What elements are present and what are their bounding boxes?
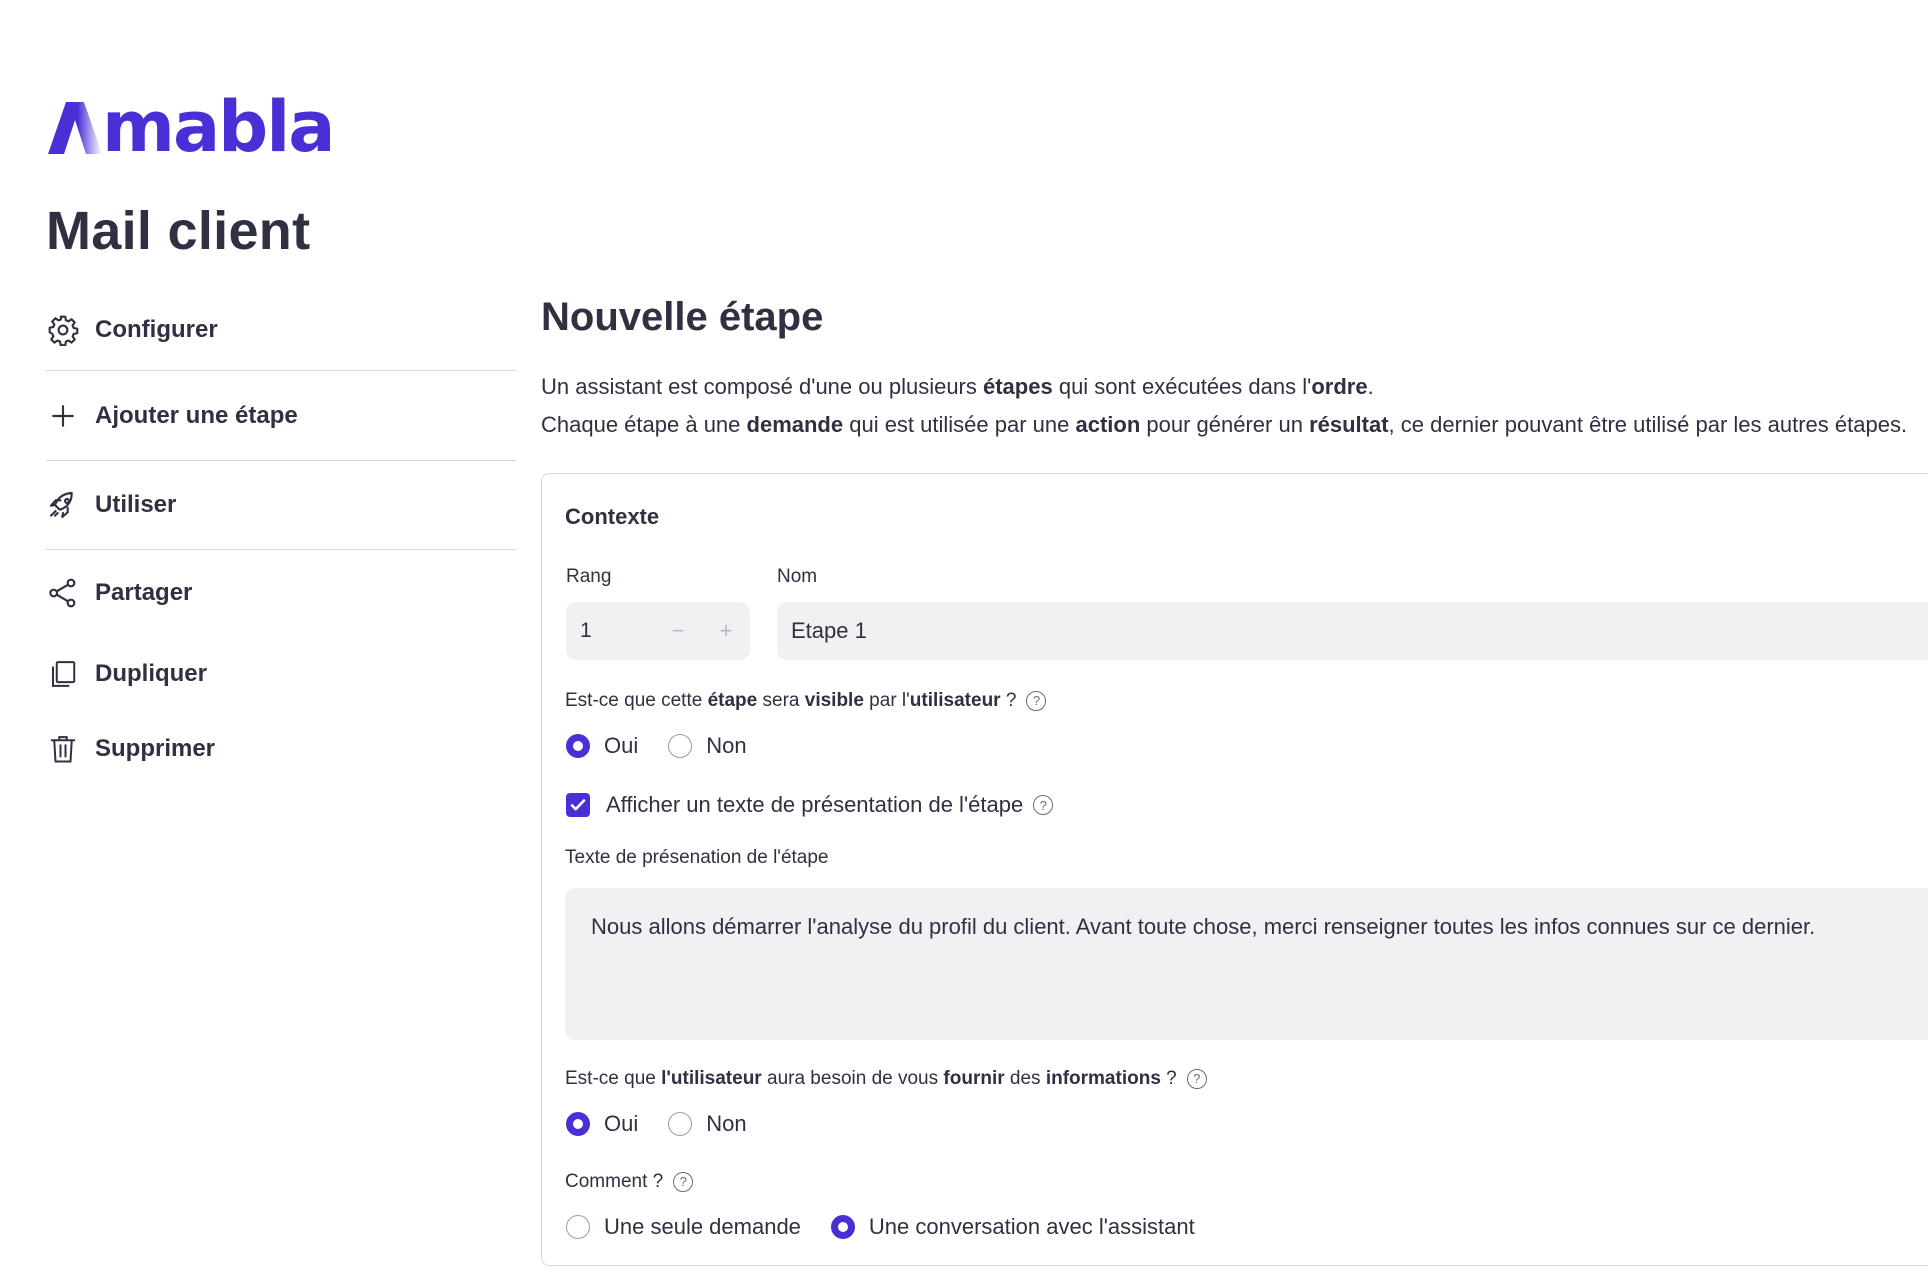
main-content: Nouvelle étape Un assistant est composé … bbox=[541, 295, 1928, 444]
help-icon[interactable]: ? bbox=[673, 1171, 694, 1192]
presentation-label: Texte de présenation de l'étape bbox=[565, 847, 829, 868]
sidebar-item-ajouter-etape[interactable]: Ajouter une étape bbox=[46, 371, 516, 460]
info-radio-group: Oui Non bbox=[566, 1111, 777, 1137]
share-icon bbox=[46, 576, 80, 610]
logo-mark-icon bbox=[48, 102, 102, 154]
show-text-label: Afficher un texte de présentation de l'é… bbox=[606, 792, 1024, 817]
app-title: Mail client bbox=[46, 201, 311, 261]
radio-checked[interactable] bbox=[566, 1112, 590, 1136]
trash-icon bbox=[46, 732, 80, 766]
sidebar-item-supprimer[interactable]: Supprimer bbox=[46, 711, 516, 786]
sidebar-item-dupliquer[interactable]: Dupliquer bbox=[46, 636, 516, 711]
visible-radio-group: Oui Non bbox=[566, 733, 777, 759]
visible-no-option[interactable]: Non bbox=[668, 733, 747, 759]
name-input[interactable]: Etape 1 bbox=[777, 602, 1928, 660]
radio-unchecked[interactable] bbox=[566, 1215, 590, 1239]
radio-checked[interactable] bbox=[830, 1215, 855, 1239]
visible-question: Est-ce que cette étape sera visible par … bbox=[565, 690, 1047, 712]
sidebar-item-label: Supprimer bbox=[95, 734, 216, 762]
increment-button[interactable]: + bbox=[702, 618, 750, 644]
radio-unchecked[interactable] bbox=[668, 1112, 693, 1136]
radio-unchecked[interactable] bbox=[668, 734, 693, 758]
sidebar-item-label: Dupliquer bbox=[95, 659, 207, 687]
sidebar: Configurer Ajouter une étape Utiliser Pa… bbox=[46, 290, 516, 786]
rank-stepper[interactable]: 1 − + bbox=[566, 602, 750, 660]
single-request-option[interactable]: Une seule demande bbox=[566, 1214, 801, 1240]
card-title: Contexte bbox=[565, 504, 660, 529]
duplicate-icon bbox=[46, 657, 80, 691]
logo-wordmark: mabla bbox=[102, 86, 336, 168]
rank-label: Rang bbox=[566, 566, 612, 587]
how-label: Comment ?? bbox=[565, 1171, 694, 1193]
rocket-icon bbox=[46, 488, 80, 522]
sidebar-item-label: Ajouter une étape bbox=[95, 401, 298, 429]
info-yes-option[interactable]: Oui bbox=[566, 1111, 638, 1137]
help-icon[interactable]: ? bbox=[1026, 690, 1047, 711]
show-text-checkbox[interactable] bbox=[566, 793, 590, 817]
sidebar-item-label: Utiliser bbox=[95, 491, 177, 518]
page-title: Nouvelle étape bbox=[541, 295, 824, 339]
sidebar-item-configurer[interactable]: Configurer bbox=[46, 290, 516, 370]
show-text-checkbox-row[interactable]: Afficher un texte de présentation de l'é… bbox=[566, 792, 1054, 818]
sidebar-item-partager[interactable]: Partager bbox=[46, 550, 516, 636]
checkmark-icon bbox=[570, 799, 586, 811]
plus-icon bbox=[46, 399, 80, 433]
sidebar-item-label: Partager bbox=[95, 579, 193, 606]
help-icon[interactable]: ? bbox=[1033, 795, 1054, 815]
sidebar-item-utiliser[interactable]: Utiliser bbox=[46, 461, 516, 549]
intro-text: Un assistant est composé d'une ou plusie… bbox=[541, 368, 1928, 444]
how-radio-group: Une seule demande Une conversation avec … bbox=[566, 1214, 1225, 1240]
name-label: Nom bbox=[777, 566, 818, 587]
gear-icon bbox=[46, 313, 80, 347]
conversation-option[interactable]: Une conversation avec l'assistant bbox=[830, 1214, 1195, 1240]
presentation-textarea[interactable]: Nous allons démarrer l'analyse du profil… bbox=[565, 888, 1928, 1040]
info-question: Est-ce que l'utilisateur aura besoin de … bbox=[565, 1068, 1207, 1090]
decrement-button[interactable]: − bbox=[654, 618, 702, 644]
visible-yes-option[interactable]: Oui bbox=[566, 733, 638, 759]
mabla-logo[interactable]: mabla bbox=[46, 86, 336, 168]
sidebar-item-label: Configurer bbox=[95, 316, 218, 343]
rank-value[interactable]: 1 bbox=[580, 619, 654, 643]
intro-line-2: Chaque étape à une demande qui est utili… bbox=[541, 412, 1908, 437]
intro-line-1: Un assistant est composé d'une ou plusie… bbox=[541, 374, 1374, 399]
info-no-option[interactable]: Non bbox=[668, 1111, 747, 1137]
help-icon[interactable]: ? bbox=[1186, 1068, 1207, 1089]
context-card: Contexte Rang Nom 1 − + Etape 1 Est-ce q… bbox=[541, 473, 1928, 1266]
radio-checked[interactable] bbox=[566, 734, 590, 758]
